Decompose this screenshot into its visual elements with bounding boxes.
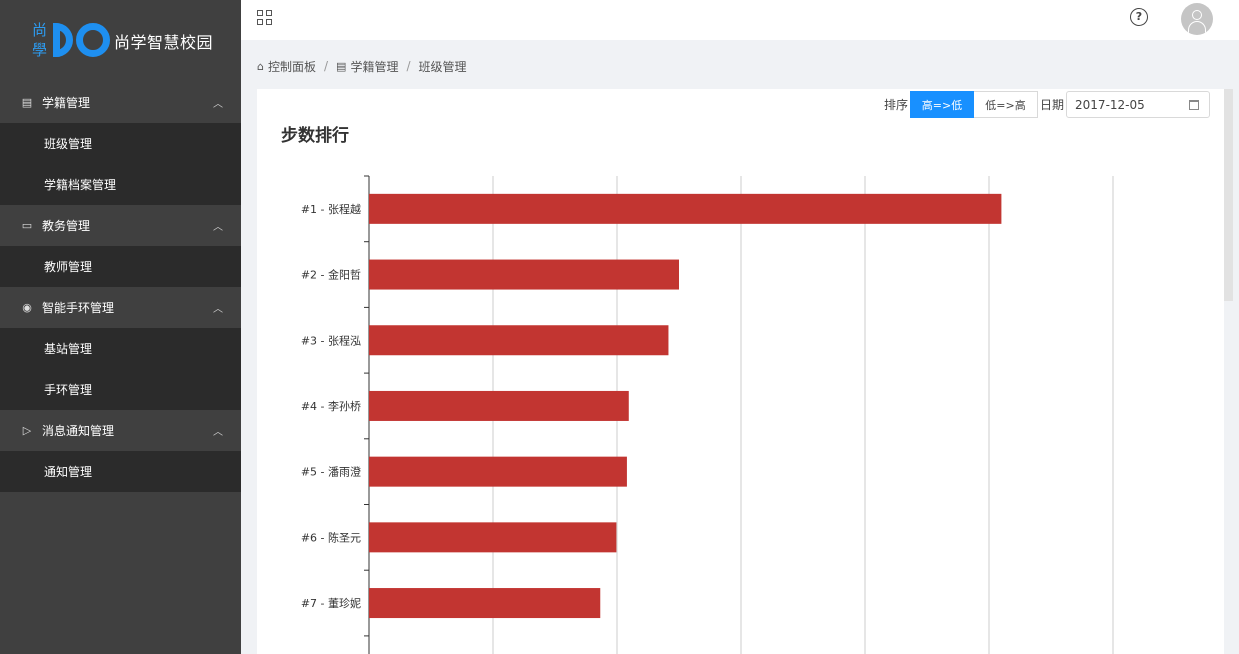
- y-tick-label: #6 - 陈圣元: [301, 530, 361, 544]
- bar: [369, 193, 1002, 224]
- student-file-icon: ▤: [336, 59, 347, 73]
- card-title: 步数排行: [281, 126, 349, 146]
- sidebar-group-label: 消息通知管理: [42, 424, 115, 438]
- avatar-head: [1192, 10, 1202, 20]
- send-icon: ▷: [22, 424, 32, 437]
- student-file-icon: ▤: [21, 96, 33, 109]
- logo-d-shape: [53, 23, 73, 57]
- sidebar-item-base-station[interactable]: 基站管理: [0, 328, 241, 369]
- bar: [369, 456, 627, 487]
- bar: [369, 588, 601, 619]
- sidebar-item-teacher-management[interactable]: 教师管理: [0, 246, 241, 287]
- sidebar-group-academic-affairs[interactable]: ▭ 教务管理 ︿: [0, 205, 241, 246]
- top-header: ?: [241, 0, 1239, 40]
- home-icon: ⌂: [257, 59, 264, 73]
- y-tick-label: #7 - 董珍妮: [301, 596, 361, 610]
- breadcrumb-item-class-management: 班级管理: [418, 59, 467, 74]
- sidebar-item-student-archive[interactable]: 学籍档案管理: [0, 164, 241, 205]
- sidebar-group-label: 教务管理: [42, 219, 91, 233]
- sidebar-item-notice-management[interactable]: 通知管理: [0, 451, 241, 492]
- chart-controls: 排序 高=>低 低=>高 日期 2017-12-05: [884, 91, 1211, 118]
- sort-toggle: 高=>低 低=>高: [910, 91, 1039, 118]
- chevron-up-icon: ︿: [213, 99, 223, 110]
- logo-char-bottom: 學: [32, 41, 48, 59]
- sidebar-group-label: 智能手环管理: [42, 301, 115, 315]
- card-scrollbar[interactable]: [1224, 89, 1233, 301]
- user-avatar-icon[interactable]: [1181, 3, 1213, 35]
- sort-label: 排序: [884, 98, 909, 112]
- sidebar-group-student-records[interactable]: ▤ 学籍管理 ︿: [0, 82, 241, 123]
- sort-asc-button[interactable]: 低=>高: [974, 91, 1039, 118]
- brand-logo[interactable]: 尚 學 尚学智慧校园: [0, 0, 241, 82]
- breadcrumb-separator: /: [406, 59, 411, 73]
- folder-icon: ▭: [21, 219, 33, 232]
- bar: [369, 390, 629, 421]
- y-tick-label: #2 - 金阳哲: [301, 268, 361, 282]
- calendar-icon[interactable]: [1189, 100, 1200, 110]
- breadcrumb: ⌂ 控制面板 / ▤ 学籍管理 / 班级管理: [257, 57, 467, 75]
- breadcrumb-item-student-records[interactable]: 学籍管理: [350, 58, 398, 75]
- avatar-body: [1188, 21, 1206, 33]
- logo-mark: 尚 學: [32, 21, 110, 61]
- chevron-up-icon: ︿: [213, 427, 223, 438]
- y-tick-label: #3 - 张程泓: [301, 333, 361, 347]
- eye-icon: ◉: [22, 301, 32, 314]
- y-tick-label: #4 - 李孙桥: [301, 399, 361, 413]
- sidebar-item-band-management[interactable]: 手环管理: [0, 369, 241, 410]
- sidebar-item-class-management[interactable]: 班级管理: [0, 123, 241, 164]
- breadcrumb-separator: /: [324, 59, 329, 73]
- logo-char-top: 尚: [32, 21, 48, 39]
- chevron-up-icon: ︿: [213, 222, 223, 233]
- sidebar-group-notifications[interactable]: ▷ 消息通知管理 ︿: [0, 410, 241, 451]
- date-picker-input[interactable]: 2017-12-05: [1066, 91, 1211, 118]
- steps-ranking-chart: #1 - 张程越 #2 - 金阳哲 #3 - 张程泓 #4 - 李孙桥 #5 - 潘雨澄…: [301, 175, 1114, 654]
- y-tick-label: #5 - 潘雨澄: [301, 465, 361, 479]
- bar: [369, 259, 679, 290]
- steps-ranking-card: #1 - 张程越 #2 - 金阳哲 #3 - 张程泓 #4 - 李孙桥 #5 - 潘雨澄…: [257, 89, 1224, 654]
- sidebar-group-label: 学籍管理: [42, 96, 91, 110]
- y-tick-label: #1 - 张程越: [301, 202, 361, 216]
- brand-title: 尚学智慧校园: [114, 33, 214, 52]
- date-value: 2017-12-05: [1075, 97, 1145, 112]
- chevron-up-icon: ︿: [213, 304, 223, 315]
- app-grid-icon[interactable]: [257, 10, 272, 25]
- logo-o-shape: [76, 23, 110, 57]
- sidebar-group-smart-band[interactable]: ◉ 智能手环管理 ︿: [0, 287, 241, 328]
- sort-desc-button[interactable]: 高=>低: [910, 91, 975, 118]
- bar: [369, 522, 617, 553]
- date-label: 日期: [1040, 98, 1065, 112]
- bar: [369, 325, 669, 356]
- sidebar: 尚 學 尚学智慧校园 ▤ 学籍管理 ︿ 班级管理 学籍档案管理 ▭ 教务管理 ︿…: [0, 0, 241, 654]
- question-circle-icon[interactable]: ?: [1130, 8, 1148, 26]
- breadcrumb-item-dashboard[interactable]: 控制面板: [268, 58, 316, 75]
